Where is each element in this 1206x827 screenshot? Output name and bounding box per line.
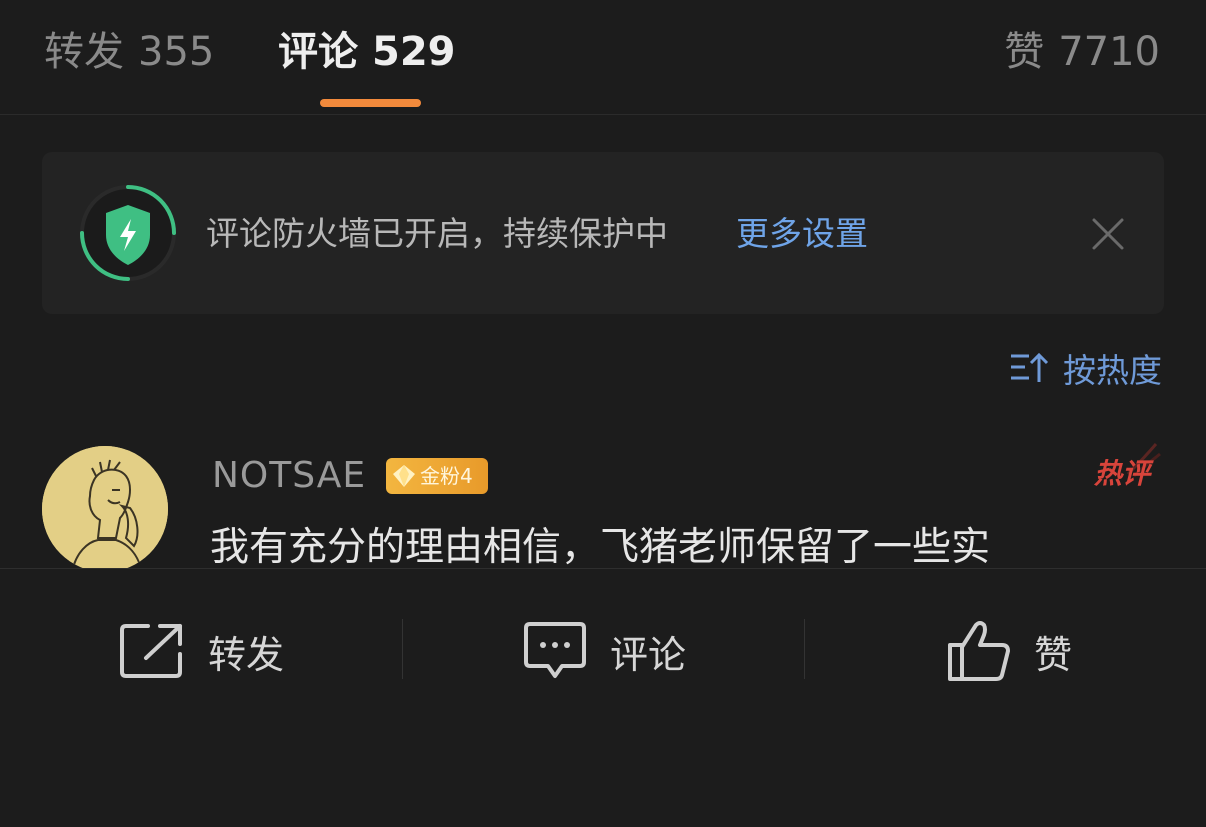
like-label: 赞 <box>1034 632 1073 677</box>
fan-badge-label: 金粉4 <box>420 464 473 488</box>
tab-comment-count: 529 <box>372 29 456 75</box>
tab-repost-label: 转发 <box>44 29 124 75</box>
share-icon <box>120 624 182 678</box>
repost-button[interactable]: 转发 <box>118 619 284 683</box>
comment-bubble-icon <box>524 622 586 678</box>
sort-label: 按热度 <box>1063 351 1162 390</box>
bottom-action-bar: 转发 评论 赞 <box>0 568 1206 827</box>
hot-comment-tag: 热评 <box>1093 457 1150 490</box>
comment-label: 评论 <box>610 632 687 677</box>
repost-label: 转发 <box>208 632 285 677</box>
tab-comment[interactable]: 评论 529 <box>278 24 456 80</box>
tab-like-label: 赞 <box>1004 29 1045 75</box>
close-icon[interactable] <box>1086 212 1130 256</box>
firewall-status-text: 评论防火墙已开启，持续保护中 <box>206 214 668 253</box>
more-settings-link[interactable]: 更多设置 <box>736 210 868 258</box>
tab-like-count: 7710 <box>1058 29 1160 75</box>
divider <box>804 619 805 679</box>
tab-like[interactable]: 赞 7710 <box>1004 24 1160 80</box>
sort-icon <box>1011 352 1049 382</box>
thumbs-up-icon <box>948 621 1010 681</box>
firewall-banner: 评论防火墙已开启，持续保护中 更多设置 <box>42 152 1164 314</box>
divider <box>402 619 403 679</box>
shield-lightning-icon <box>78 183 178 283</box>
tab-comment-label: 评论 <box>278 29 358 75</box>
comment-username[interactable]: NOTSAE <box>212 452 366 500</box>
tab-repost[interactable]: 转发 355 <box>44 24 214 80</box>
like-button[interactable]: 赞 <box>946 619 1072 683</box>
avatar[interactable] <box>42 446 168 572</box>
tab-bar: 转发 355 评论 529 赞 7710 <box>0 0 1206 115</box>
sort-by-hot-button[interactable]: 按热度 <box>1009 344 1162 392</box>
diamond-icon <box>393 465 415 487</box>
comment-button[interactable]: 评论 <box>522 619 686 683</box>
tab-repost-count: 355 <box>138 29 215 75</box>
active-tab-indicator <box>320 99 421 107</box>
fan-level-badge: 金粉4 <box>386 458 488 494</box>
